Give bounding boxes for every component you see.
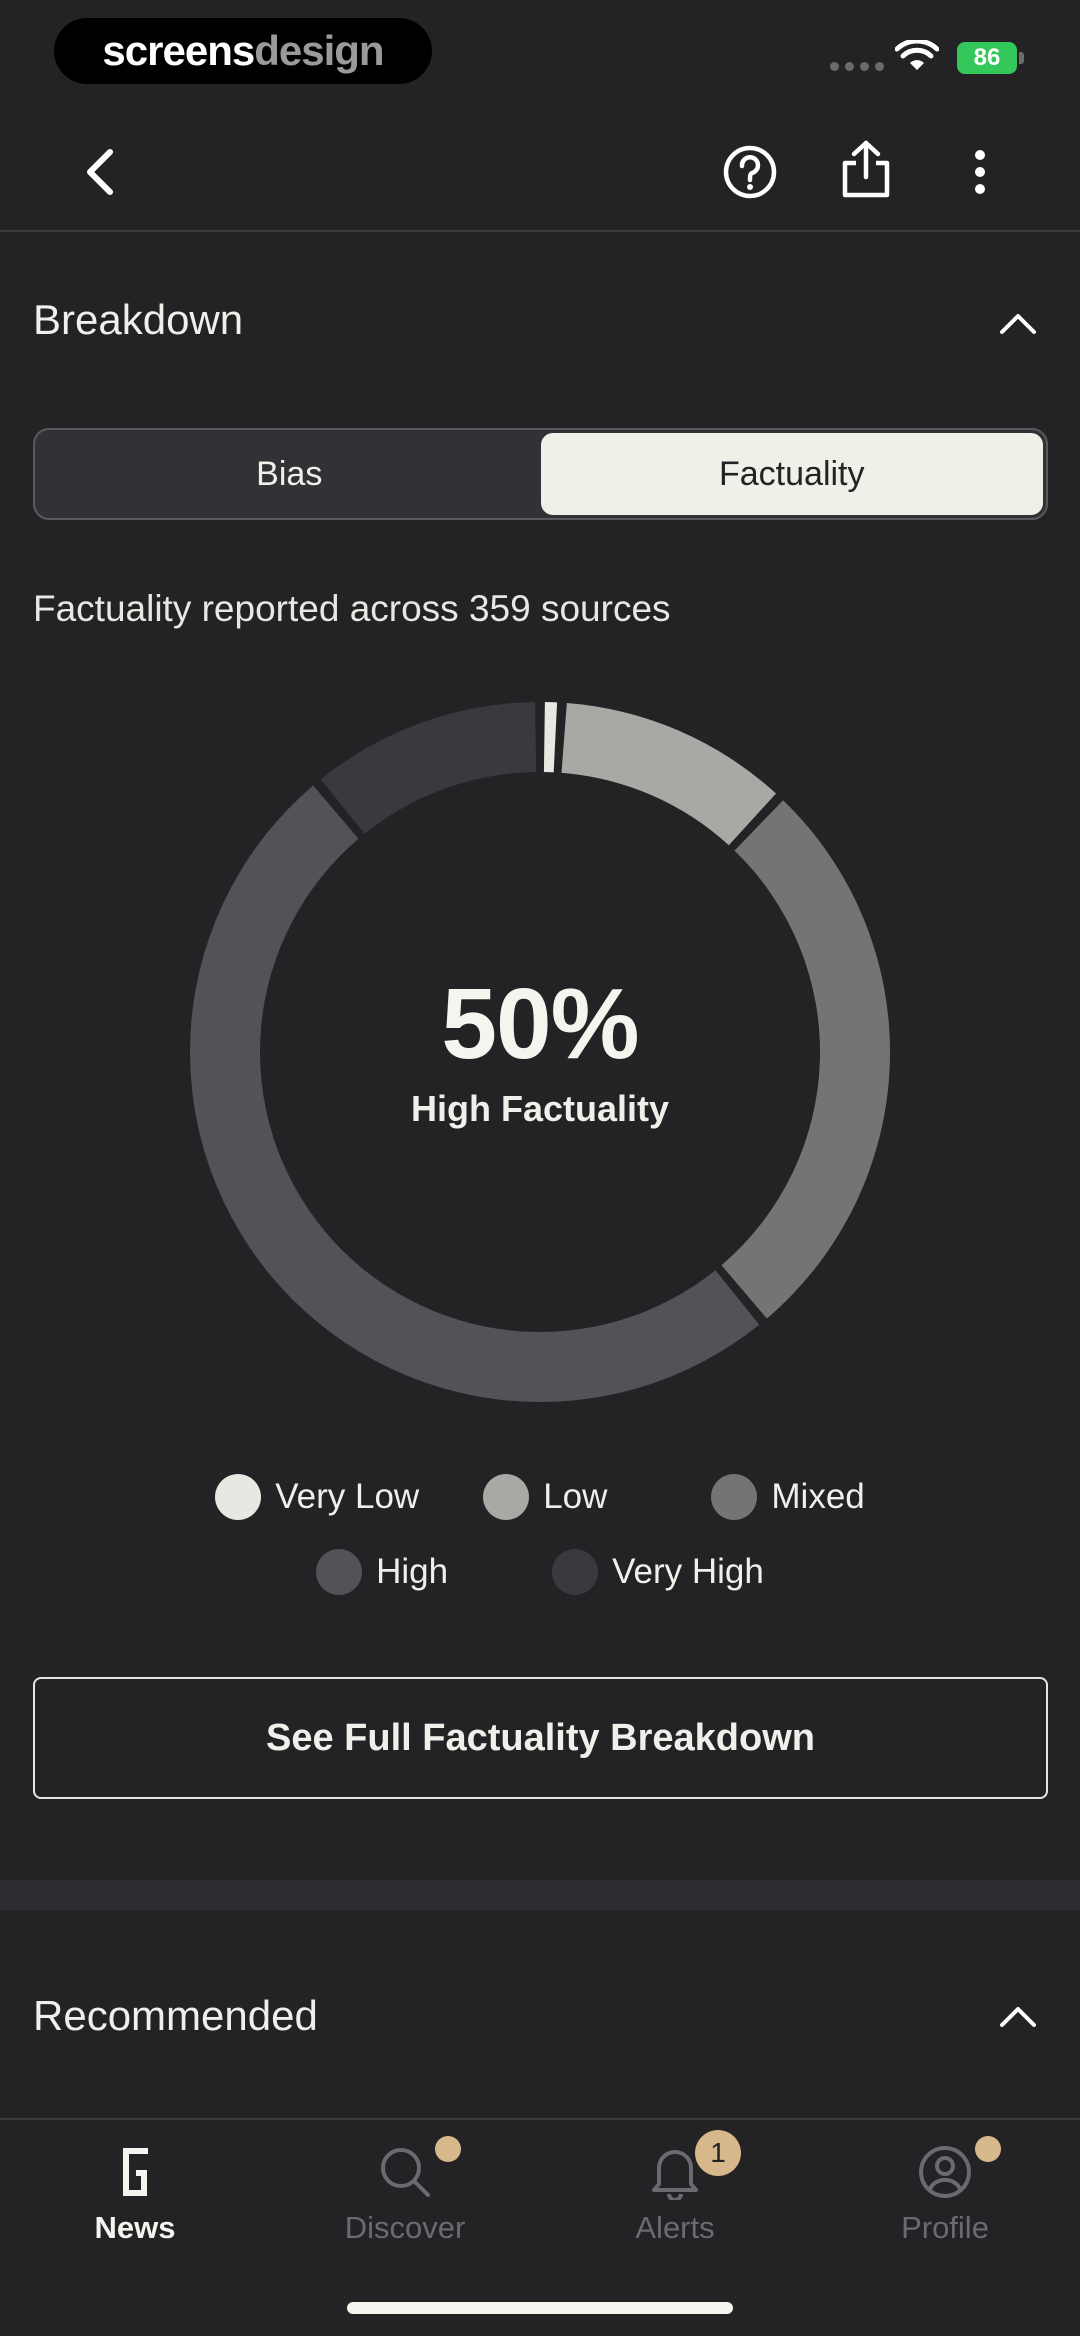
notification-dot	[435, 2136, 461, 2162]
legend-dot	[711, 1474, 758, 1520]
legend-item-low: Low	[483, 1474, 607, 1520]
chevron-up-icon[interactable]	[998, 2003, 1038, 2029]
legend-row: High Very High	[0, 1549, 1080, 1595]
factuality-percentage: 50%	[441, 968, 639, 1080]
alerts-badge: 1	[695, 2130, 741, 2176]
legend-item-high: High	[316, 1549, 448, 1595]
full-factuality-breakdown-button[interactable]: See Full Factuality Breakdown	[33, 1677, 1048, 1799]
user-circle-icon	[915, 2136, 1001, 2202]
chevron-up-icon[interactable]	[998, 310, 1038, 336]
factuality-label: High Factuality	[410, 1088, 670, 1129]
recommended-title: Recommended	[33, 1992, 318, 2039]
battery-indicator: 86	[957, 42, 1017, 74]
share-button[interactable]	[836, 136, 896, 202]
cellular-signal-icon	[830, 62, 884, 71]
section-divider	[0, 1880, 1080, 1910]
tab-factuality[interactable]: Factuality	[540, 433, 1043, 515]
factuality-caption: Factuality reported across 359 sources	[33, 588, 671, 629]
nav-discover[interactable]: Discover	[305, 2136, 505, 2246]
legend-dot	[316, 1549, 363, 1595]
legend-row: Very Low Low Mixed	[0, 1474, 1080, 1520]
nav-news[interactable]: News	[35, 2142, 235, 2246]
wifi-icon	[895, 40, 939, 70]
legend-dot	[483, 1474, 530, 1520]
breakdown-tabs: Bias Factuality	[33, 428, 1048, 520]
legend-item-very-high: Very High	[552, 1549, 764, 1595]
nav-alerts[interactable]: 1 Alerts	[575, 2130, 775, 2246]
notification-dot	[975, 2136, 1001, 2162]
ground-news-logo-icon	[105, 2142, 165, 2202]
legend-item-very-low: Very Low	[215, 1474, 419, 1520]
share-icon	[842, 140, 890, 198]
bell-icon: 1	[645, 2130, 741, 2202]
question-circle-icon	[723, 145, 777, 199]
header-divider	[0, 230, 1080, 232]
battery-tip	[1019, 52, 1024, 64]
brand-watermark: screens design	[54, 18, 432, 84]
home-indicator	[347, 2302, 733, 2314]
legend-dot	[215, 1474, 262, 1520]
nav-profile[interactable]: Profile	[845, 2136, 1045, 2246]
help-button[interactable]	[720, 142, 780, 202]
legend-item-mixed: Mixed	[711, 1474, 865, 1520]
breakdown-title: Breakdown	[33, 296, 244, 343]
legend-dot	[552, 1549, 599, 1595]
more-options-button[interactable]	[955, 142, 1005, 202]
chevron-left-icon	[87, 149, 113, 195]
tab-bias[interactable]: Bias	[38, 433, 541, 515]
search-icon	[375, 2136, 461, 2202]
more-vertical-icon	[975, 150, 985, 194]
back-button[interactable]	[70, 142, 130, 202]
donut-center: 50% High Factuality	[190, 702, 890, 1402]
